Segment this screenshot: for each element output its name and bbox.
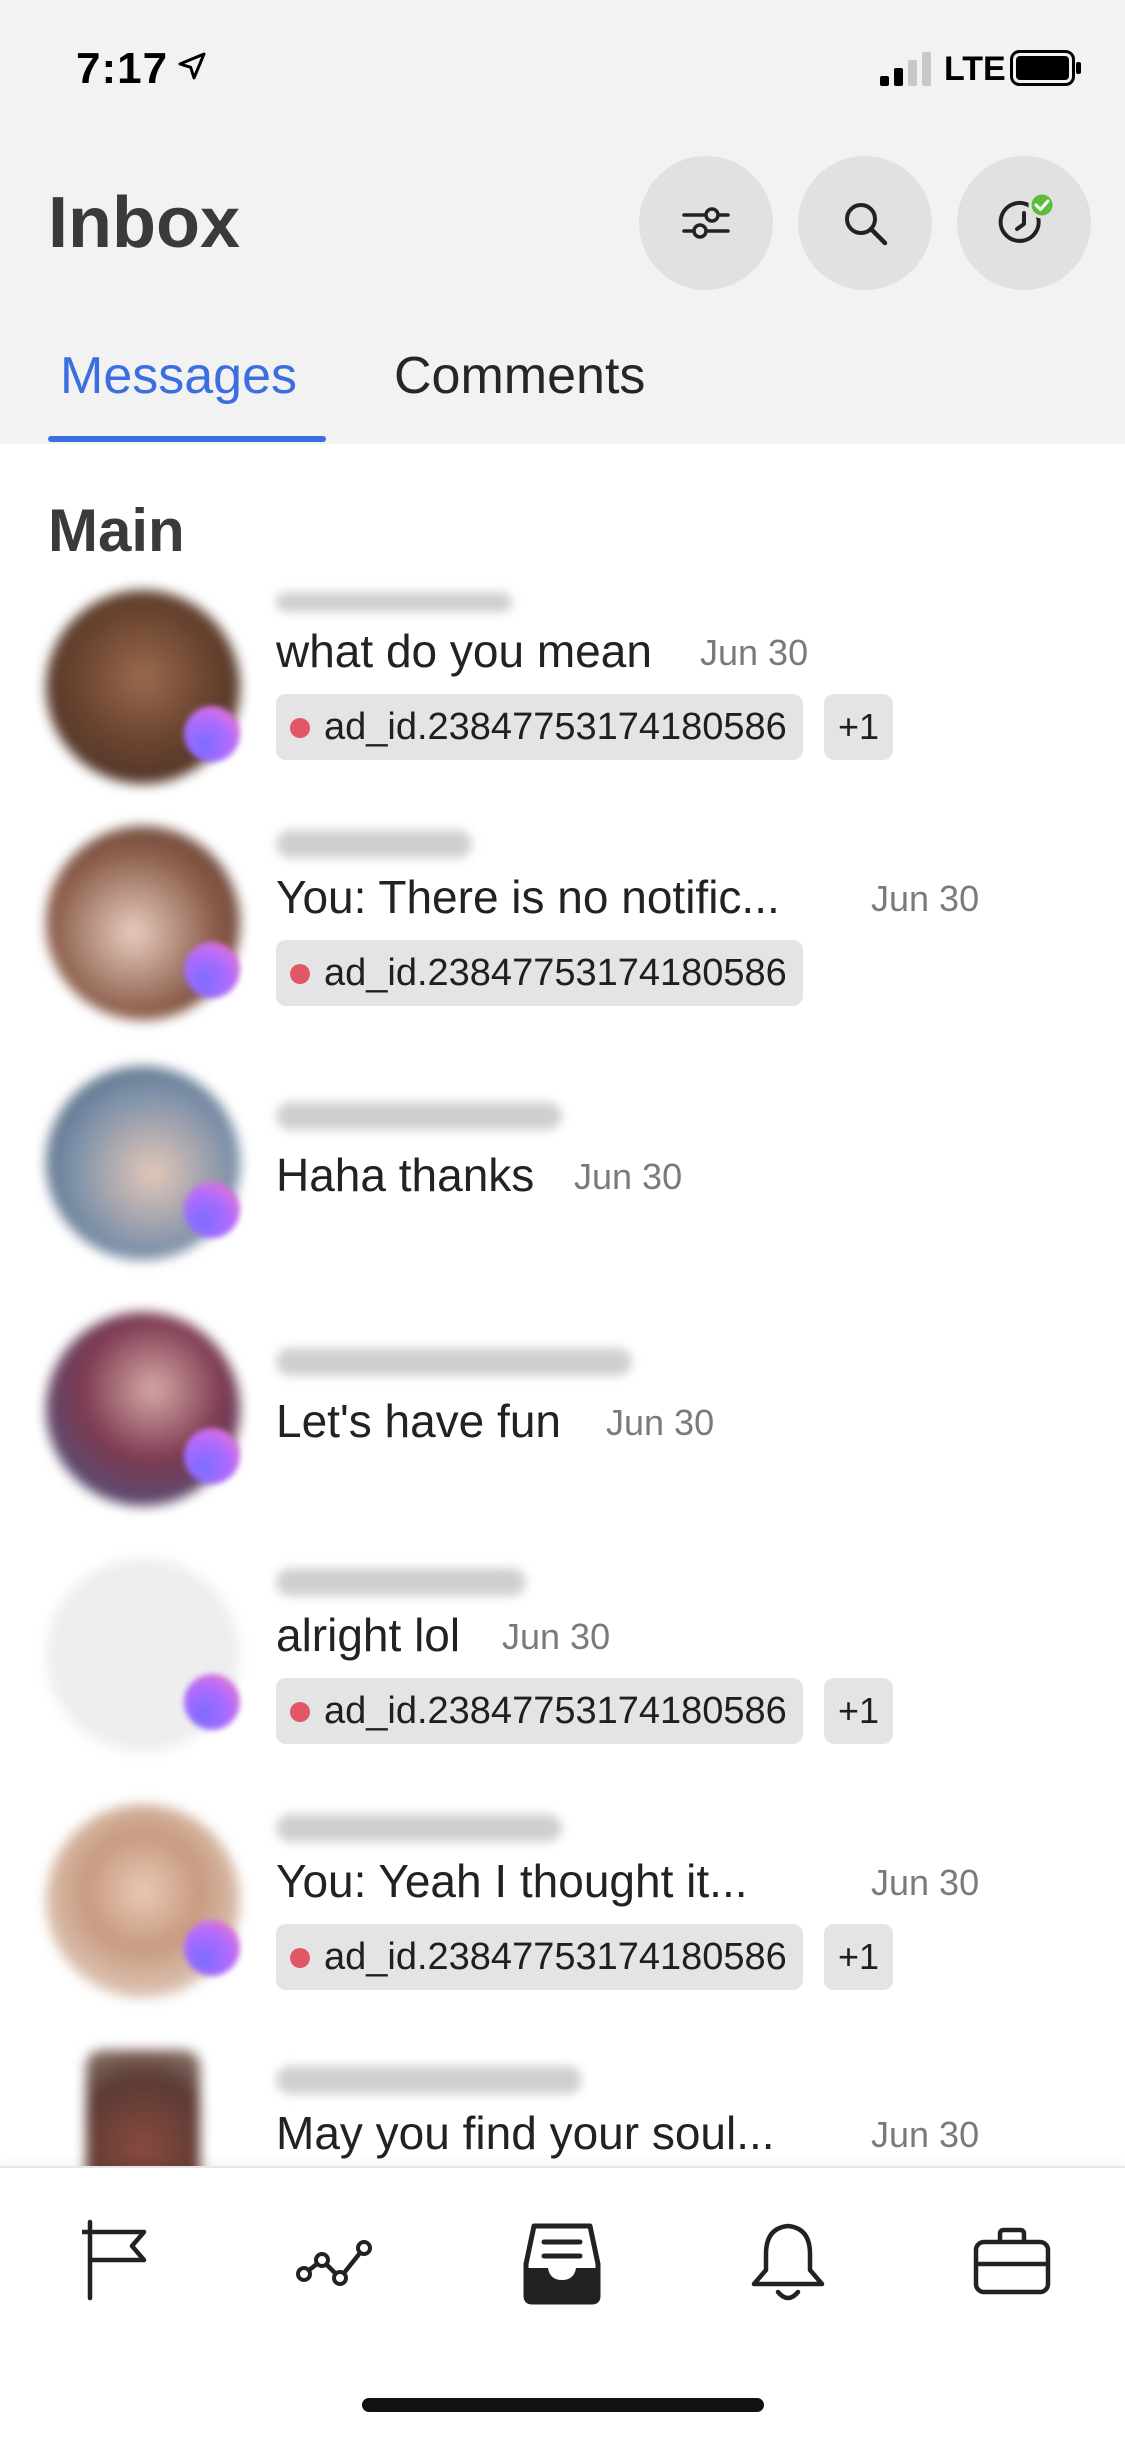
clock-check-icon <box>998 193 1054 243</box>
nav-inbox-button[interactable] <box>512 2212 612 2312</box>
inbox-icon <box>523 2223 601 2305</box>
conversation-row[interactable]: Let's have fun Jun 30 <box>0 1306 1125 1546</box>
ad-tag-label: ad_id.23847753174180586 <box>324 952 787 994</box>
ad-tag[interactable]: ad_id.23847753174180586 <box>276 694 803 760</box>
contact-name-blurred <box>276 830 472 858</box>
contact-name-blurred <box>276 1102 562 1130</box>
ad-tag-label: ad_id.23847753174180586 <box>324 1690 787 1732</box>
ad-tag-label: ad_id.23847753174180586 <box>324 706 787 748</box>
messenger-badge-icon <box>184 942 240 998</box>
extra-tags-badge[interactable]: +1 <box>824 1924 894 1990</box>
contact-name-blurred <box>276 592 512 612</box>
ad-tag[interactable]: ad_id.23847753174180586 <box>276 1678 803 1744</box>
message-preview: what do you mean <box>276 625 652 677</box>
message-date: Jun 30 <box>700 632 809 673</box>
tab-comments[interactable]: Comments <box>394 346 645 406</box>
contact-name-blurred <box>276 1814 562 1842</box>
message-date: Jun 30 <box>606 1402 715 1443</box>
message-preview: Let's have fun <box>276 1395 561 1447</box>
messenger-badge-icon <box>184 1920 240 1976</box>
inbox-tabs: Messages Comments <box>0 336 1125 444</box>
nav-notifications-button[interactable] <box>738 2212 838 2312</box>
message-preview: Haha thanks <box>276 1149 535 1201</box>
signal-icon <box>880 52 931 86</box>
tab-messages[interactable]: Messages <box>60 346 297 406</box>
conversation-row[interactable]: Haha thanks Jun 30 <box>0 1060 1125 1300</box>
filter-button[interactable] <box>639 156 773 290</box>
insights-icon <box>296 2240 372 2286</box>
tag-dot-icon <box>290 1702 310 1722</box>
conversation-row[interactable]: what do you mean Jun 30 ad_id.2384775317… <box>0 580 1125 820</box>
message-date: Jun 30 <box>502 1616 611 1657</box>
search-button[interactable] <box>798 156 932 290</box>
conversation-row[interactable]: alright lol Jun 30 ad_id.238477531741805… <box>0 1552 1125 1792</box>
bell-icon <box>751 2223 825 2301</box>
nav-tools-button[interactable] <box>962 2212 1062 2312</box>
tag-dot-icon <box>290 1948 310 1968</box>
ad-tag[interactable]: ad_id.23847753174180586 <box>276 1924 803 1990</box>
status-time: 7:17 <box>76 44 169 93</box>
ad-tag-label: ad_id.23847753174180586 <box>324 1936 787 1978</box>
message-preview: May you find your soul... <box>276 2107 775 2159</box>
contact-name-blurred <box>276 2066 582 2094</box>
message-date: Jun 30 <box>574 1156 683 1197</box>
status-button[interactable] <box>957 156 1091 290</box>
message-date: Jun 30 <box>871 2114 980 2155</box>
search-icon <box>845 203 888 246</box>
nav-insights-button[interactable] <box>288 2212 388 2312</box>
location-arrow-icon <box>178 52 206 80</box>
network-label: LTE <box>944 50 1006 88</box>
conversation-row[interactable]: You: There is no notific... Jun 30 ad_id… <box>0 816 1125 1056</box>
message-preview: You: There is no notific... <box>276 871 780 923</box>
message-date: Jun 30 <box>871 1862 980 1903</box>
contact-name-blurred <box>276 1568 526 1596</box>
battery-icon <box>1010 50 1081 86</box>
extra-tags-badge[interactable]: +1 <box>824 1678 894 1744</box>
contact-name-blurred <box>276 1348 632 1376</box>
filter-sliders-icon <box>682 207 730 239</box>
extra-tags-badge[interactable]: +1 <box>824 694 894 760</box>
conversation-row[interactable]: You: Yeah I thought it... Jun 30 ad_id.2… <box>0 1798 1125 2038</box>
page-title: Inbox <box>48 183 240 263</box>
ad-tag[interactable]: ad_id.23847753174180586 <box>276 940 803 1006</box>
message-preview: You: Yeah I thought it... <box>276 1855 748 1907</box>
home-indicator <box>362 2398 764 2412</box>
messenger-badge-icon <box>184 1182 240 1238</box>
tag-dot-icon <box>290 718 310 738</box>
active-tab-indicator <box>48 436 326 442</box>
message-preview: alright lol <box>276 1609 461 1661</box>
nav-flag-button[interactable] <box>62 2212 162 2312</box>
messenger-badge-icon <box>184 706 240 762</box>
message-date: Jun 30 <box>871 878 980 919</box>
tag-dot-icon <box>290 964 310 984</box>
flag-icon <box>82 2219 147 2301</box>
section-title: Main <box>48 497 185 564</box>
header-area: 7:17 LTE Inbox Messages Comments <box>0 0 1125 444</box>
messenger-badge-icon <box>184 1674 240 1730</box>
briefcase-icon <box>973 2227 1051 2295</box>
messenger-badge-icon <box>184 1428 240 1484</box>
